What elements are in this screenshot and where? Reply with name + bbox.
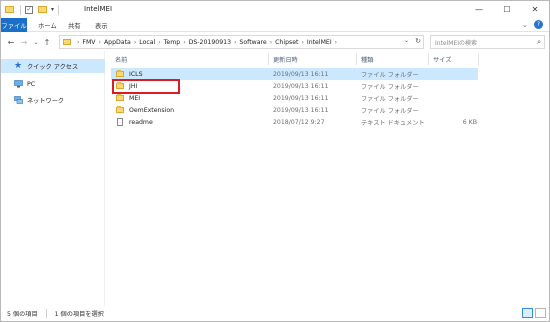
breadcrumb-item[interactable]: DS-20190913: [189, 39, 231, 46]
file-row[interactable]: readme 2018/07/12 9:27 テキスト ドキュメント 6 KB: [111, 116, 478, 128]
help-icon[interactable]: ?: [534, 20, 543, 29]
column-header-name[interactable]: 名前: [111, 53, 269, 65]
file-modified: 2019/09/13 16:11: [273, 70, 329, 78]
ribbon-tabs: ファイル ホーム 共有 表示 ⌄ ?: [1, 18, 549, 32]
breadcrumb-item[interactable]: Local: [139, 39, 155, 46]
sidebar-item-network[interactable]: ネットワーク: [1, 93, 105, 107]
window-title: IntelMEI: [84, 5, 113, 13]
address-dropdown-icon[interactable]: ⌄: [404, 37, 409, 44]
sidebar-item-label: ネットワーク: [27, 97, 65, 105]
file-modified: 2018/07/12 9:27: [273, 118, 325, 126]
folder-icon: [116, 70, 124, 77]
folder-icon: [63, 39, 71, 45]
breadcrumb-separator-icon[interactable]: ›: [134, 39, 136, 46]
search-placeholder: IntelMEIの検索: [435, 39, 478, 47]
breadcrumb-separator-icon[interactable]: ›: [183, 39, 185, 46]
file-modified: 2019/09/13 16:11: [273, 82, 329, 90]
sidebar-item-quick-access[interactable]: ★ クイック アクセス: [1, 59, 105, 73]
file-name: OemExtension: [129, 106, 175, 114]
address-bar[interactable]: › FMV › AppData › Local › Temp › DS-2019…: [59, 35, 424, 49]
sidebar-item-label: PC: [27, 80, 36, 88]
refresh-icon[interactable]: ↻: [415, 37, 421, 45]
ribbon-expand-icon[interactable]: ⌄: [522, 21, 528, 29]
folder-icon: [5, 6, 14, 13]
new-folder-icon[interactable]: [38, 6, 47, 13]
breadcrumb-separator-icon[interactable]: ›: [301, 39, 303, 46]
back-button[interactable]: ←: [5, 36, 17, 48]
sidebar-item-pc[interactable]: PC: [1, 77, 105, 91]
status-bar: 5 個の項目 1 個の項目を選択: [1, 306, 549, 321]
file-name-cell: OemExtension: [116, 104, 174, 116]
breadcrumb-item-current[interactable]: IntelMEI: [307, 39, 332, 46]
file-size: [429, 92, 477, 104]
breadcrumb-separator-icon[interactable]: ›: [234, 39, 236, 46]
ribbon-controls: ⌄ ?: [522, 20, 543, 29]
search-icon: ⌕: [537, 38, 541, 46]
navigation-pane: ★ クイック アクセス PC ネットワーク: [1, 51, 105, 306]
highlight-box: [112, 79, 180, 94]
file-size: 6 KB: [462, 118, 477, 126]
quick-access-toolbar: ✓ ▾: [5, 4, 63, 15]
tab-share[interactable]: 共有: [62, 18, 87, 32]
column-header-size[interactable]: サイズ: [429, 53, 479, 65]
file-name: ICLS: [129, 70, 143, 78]
breadcrumb-item[interactable]: Temp: [164, 39, 181, 46]
breadcrumb-item[interactable]: FMV: [82, 39, 95, 46]
maximize-button[interactable]: ☐: [493, 1, 521, 18]
close-button[interactable]: ✕: [521, 1, 549, 18]
text-document-icon: [117, 118, 123, 126]
sidebar-item-label: クイック アクセス: [27, 63, 79, 71]
file-modified: 2019/09/13 16:11: [273, 106, 329, 114]
large-icons-view-button[interactable]: [535, 308, 546, 318]
tab-view[interactable]: 表示: [89, 18, 114, 32]
file-size: [429, 68, 477, 80]
breadcrumb-item[interactable]: Chipset: [275, 39, 298, 46]
column-header-type[interactable]: 種類: [357, 53, 429, 65]
title-bar: ✓ ▾ IntelMEI — ☐ ✕: [1, 1, 549, 18]
folder-icon: [116, 106, 124, 113]
search-input[interactable]: IntelMEIの検索 ⌕: [430, 35, 545, 49]
item-count: 5 個の項目: [7, 311, 38, 318]
file-row[interactable]: OemExtension 2019/09/13 16:11 ファイル フォルダー: [111, 104, 478, 116]
selection-count: 1 個の項目を選択: [54, 311, 104, 318]
column-header-modified[interactable]: 更新日時: [269, 53, 357, 65]
file-type: ファイル フォルダー: [361, 71, 419, 79]
breadcrumb-separator-icon: ›: [77, 38, 80, 46]
file-type: ファイル フォルダー: [361, 83, 419, 91]
breadcrumb-separator-icon[interactable]: ›: [158, 39, 160, 46]
breadcrumb-separator-icon[interactable]: ›: [270, 39, 272, 46]
pc-icon: [13, 79, 23, 89]
properties-check-icon[interactable]: ✓: [25, 5, 33, 14]
explorer-window: ✓ ▾ IntelMEI — ☐ ✕ ファイル ホーム 共有 表示 ⌄ ? ← …: [0, 0, 550, 322]
file-name-cell: readme: [116, 116, 153, 128]
minimize-button[interactable]: —: [465, 1, 493, 18]
breadcrumb-item[interactable]: Software: [239, 39, 266, 46]
file-size: [429, 80, 477, 92]
up-button[interactable]: ↑: [41, 36, 53, 48]
navigation-bar: ← → ⌄ ↑ › FMV › AppData › Local › Temp ›…: [1, 33, 549, 51]
details-view-button[interactable]: [522, 308, 533, 318]
breadcrumb-item[interactable]: AppData: [104, 39, 131, 46]
forward-button[interactable]: →: [18, 36, 30, 48]
quick-access-dropdown-icon[interactable]: ▾: [51, 6, 54, 13]
file-type: ファイル フォルダー: [361, 95, 419, 103]
breadcrumb-separator-icon[interactable]: ›: [99, 39, 101, 46]
star-icon: ★: [13, 61, 23, 71]
file-name: MEI: [129, 94, 141, 102]
file-type: テキスト ドキュメント: [361, 119, 425, 127]
network-icon: [13, 95, 23, 105]
tab-home[interactable]: ホーム: [32, 18, 63, 32]
file-modified: 2019/09/13 16:11: [273, 94, 329, 102]
file-type: ファイル フォルダー: [361, 107, 419, 115]
tab-file[interactable]: ファイル: [1, 18, 27, 32]
breadcrumb-separator-icon[interactable]: ›: [335, 39, 337, 46]
folder-icon: [116, 94, 124, 101]
file-size: [429, 104, 477, 116]
file-name: readme: [129, 118, 153, 126]
